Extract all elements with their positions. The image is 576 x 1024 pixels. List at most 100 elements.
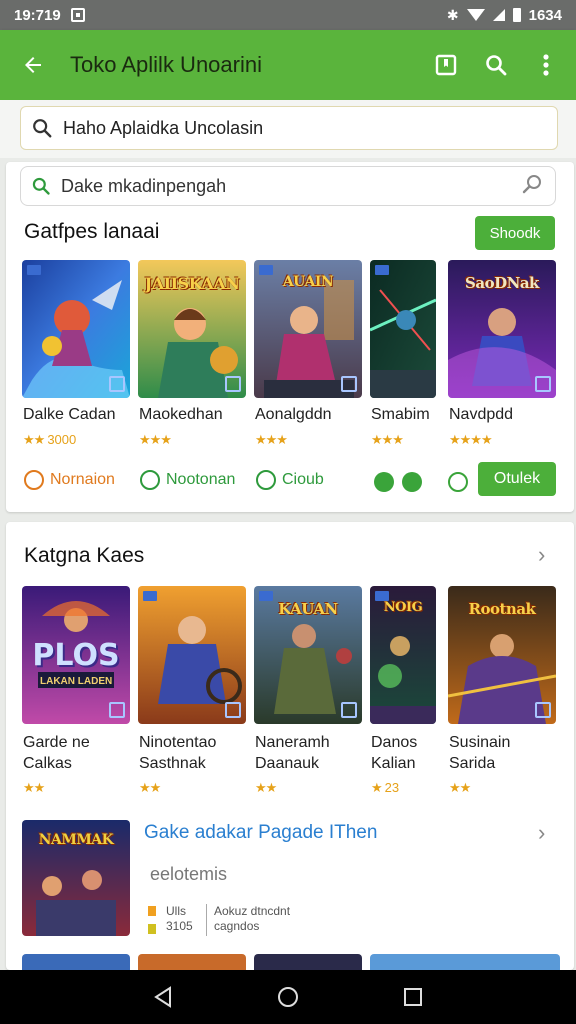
at-icon[interactable]	[448, 472, 468, 492]
status-bar: 19:719 ✱ 1634	[0, 0, 576, 30]
game2-tile-2[interactable]	[138, 586, 246, 724]
game2-banner-4: NOIG	[383, 600, 423, 615]
game2-tile-5[interactable]: Rootnak	[448, 586, 556, 724]
game2-rating-5: ★★	[449, 780, 471, 795]
notification-icon	[70, 8, 85, 22]
install-icon	[341, 376, 357, 392]
voice-search-icon[interactable]	[521, 172, 545, 201]
game-badge-icon	[375, 265, 389, 275]
game-badge-icon	[27, 265, 41, 275]
chevron-right-icon[interactable]: ›	[538, 542, 545, 568]
inner-search-input[interactable]: Dake mkadinpengah	[20, 166, 556, 206]
game-rating-3: ★★★	[255, 432, 288, 447]
more-vert-icon[interactable]	[532, 51, 560, 79]
inner-search-text: Dake mkadinpengah	[61, 175, 227, 196]
app-bar: Toko Aplilk Unoarini	[0, 30, 576, 100]
share-dot-icon[interactable]	[374, 472, 394, 492]
section-title: Gatfpes lanaai	[24, 220, 160, 243]
app-screen: 19:719 ✱ 1634 Toko Aplilk Unoarini Haho …	[0, 0, 576, 1024]
game-rating-2: ★★★	[139, 432, 172, 447]
game-tile-5[interactable]: SaoDNak	[448, 260, 556, 398]
game2-banner-1: PLOS	[32, 638, 120, 673]
game-name-2: Maokedhan	[139, 406, 223, 423]
peek-tile	[22, 954, 130, 970]
chip-nornaion[interactable]: Nornaion	[24, 470, 115, 490]
promo-banner: NAMMAK	[38, 832, 114, 848]
install-icon	[341, 702, 357, 718]
game2-banner-5: Rootnak	[468, 600, 536, 618]
game2-tile-4[interactable]: NOIG	[370, 586, 436, 724]
battery-icon	[512, 8, 521, 22]
game-badge-icon	[375, 591, 389, 601]
chevron-right-icon[interactable]: ›	[538, 820, 545, 846]
game2-name-5: Susinain Sarida	[449, 734, 511, 772]
game-banner-3: AUAIN	[282, 274, 334, 290]
bluetooth-icon: ✱	[446, 6, 459, 23]
nav-back-icon[interactable]	[143, 977, 183, 1017]
outline-action-button[interactable]: Otulek	[478, 462, 556, 496]
peek-tile	[370, 954, 560, 970]
game2-banner-3: KAUAN	[278, 600, 338, 618]
game-banner-5: SaoDNak	[465, 274, 539, 292]
game2-tile-3[interactable]: KAUAN	[254, 586, 362, 724]
nav-recents-icon[interactable]	[393, 977, 433, 1017]
game-name-3: Aonalgddn	[255, 406, 332, 423]
section-action-button[interactable]: Shoodk	[475, 216, 555, 250]
game2-rating-4: ★ 23	[371, 780, 400, 795]
search-icon	[32, 177, 50, 195]
chip-nootonan[interactable]: Nootonan	[140, 470, 235, 490]
share-dot-icon[interactable]	[402, 472, 422, 492]
game-name-5: Navdpdd	[449, 406, 514, 423]
peek-tile	[138, 954, 246, 970]
search-icon	[33, 119, 52, 138]
install-icon	[109, 376, 125, 392]
top-search-input[interactable]: Haho Aplaidka Uncolasin	[20, 106, 558, 150]
game-tile-4[interactable]	[370, 260, 436, 398]
bookmark-icon[interactable]	[432, 51, 460, 79]
meta-divider	[206, 904, 207, 936]
game-tile-1[interactable]	[22, 260, 130, 398]
promo-tile[interactable]: NAMMAK	[22, 820, 130, 936]
game-badge-icon	[143, 591, 157, 601]
promo-subtitle: eelotemis	[150, 864, 228, 884]
install-icon	[225, 376, 241, 392]
game-art-4	[370, 260, 436, 398]
status-time: 19:719	[14, 6, 61, 24]
game2-tile-1[interactable]: PLOS LAKAN LADEN	[22, 586, 130, 724]
game-tile-3[interactable]: AUAIN	[254, 260, 362, 398]
promo-meta-labels: Ulls 3105	[166, 904, 193, 933]
game2-name-1: Garde ne Calkas	[23, 734, 90, 772]
chip-cioub[interactable]: Cioub	[256, 470, 324, 490]
game-name-4: Smabim	[371, 406, 430, 423]
game-badge-icon	[259, 591, 273, 601]
game-rating-1: ★★ 3000	[23, 432, 77, 447]
game-rating-5: ★★★★	[449, 432, 493, 447]
nav-home-icon[interactable]	[268, 977, 308, 1017]
game-banner-2: JAIISKAAN	[144, 274, 240, 293]
game-name-1: Dalke Cadan	[23, 406, 116, 423]
promo-title[interactable]: Gake adakar Pagade IThen	[144, 822, 377, 844]
game2-name-2: Ninotentao Sasthnak	[139, 734, 217, 772]
peek-tile	[254, 954, 362, 970]
game-tile-2[interactable]: JAIISKAAN	[138, 260, 246, 398]
install-icon	[535, 702, 551, 718]
install-icon	[535, 376, 551, 392]
game2-rating-3: ★★	[255, 780, 277, 795]
top-search-text: Haho Aplaidka Uncolasin	[63, 117, 264, 138]
search-icon[interactable]	[482, 51, 510, 79]
game2-rating-2: ★★	[139, 780, 161, 795]
signal-icon	[492, 9, 505, 21]
game-rating-4: ★★★	[371, 432, 404, 447]
install-icon	[225, 702, 241, 718]
system-nav-bar	[0, 970, 576, 1024]
game2-name-4: Danos Kalian	[371, 734, 418, 772]
game-badge-icon	[259, 265, 273, 275]
meta-yellow-icon	[148, 924, 156, 934]
chip-ring-icon	[24, 470, 44, 490]
back-arrow-icon[interactable]	[16, 48, 50, 82]
category-games-card: Katgna Kaes › PLOS LAKAN LADEN KAUAN NOI…	[6, 522, 574, 970]
game2-rating-1: ★★	[23, 780, 45, 795]
chip-ring-icon	[140, 470, 160, 490]
app-title: Toko Aplilk Unoarini	[70, 52, 262, 77]
top-search-area: Haho Aplaidka Uncolasin	[0, 100, 576, 158]
